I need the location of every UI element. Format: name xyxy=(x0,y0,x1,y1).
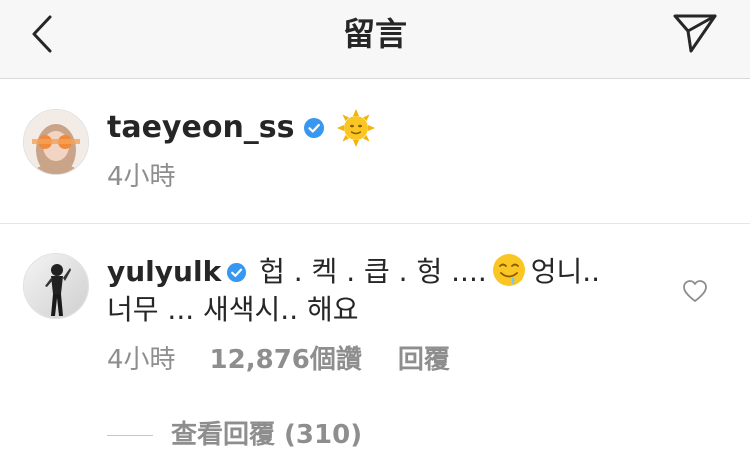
post-caption: taeyeon_ss 4小時 xyxy=(0,79,750,224)
heart-icon xyxy=(683,280,707,302)
reply-button[interactable]: 回覆 xyxy=(398,344,450,376)
sun-with-face-icon xyxy=(336,109,375,147)
comment-message-suffix: 엉니.. xyxy=(530,255,601,288)
divider-line xyxy=(107,434,153,436)
comment-text: yulyulk 헙 . 켁 . 큽 . 헝 .... 엉니.. 너무 ... 새… xyxy=(107,252,667,328)
comment-username[interactable]: yulyulk xyxy=(107,255,221,288)
comment-message-line2: 너무 ... 새색시.. 해요 xyxy=(107,293,359,326)
view-replies-label: 查看回覆 (310) xyxy=(171,420,363,450)
page-title: 留言 xyxy=(342,15,407,53)
comment-timestamp: 4小時 xyxy=(107,345,176,375)
share-button[interactable] xyxy=(670,10,720,56)
like-button[interactable] xyxy=(680,276,710,306)
comment-meta: 4小時 12,876個讚 回覆 xyxy=(107,344,450,376)
verified-badge-icon xyxy=(226,255,247,283)
comment-message: 헙 . 켁 . 큽 . 헝 .... xyxy=(259,255,487,288)
caption-timestamp: 4小時 xyxy=(107,162,176,192)
likes-count[interactable]: 12,876個讚 xyxy=(210,344,362,376)
view-replies-button[interactable]: 查看回覆 (310) xyxy=(107,419,362,451)
caption-header: taeyeon_ss xyxy=(107,109,375,147)
verified-badge-icon xyxy=(303,117,325,139)
avatar[interactable] xyxy=(23,109,89,175)
header-bar: 留言 xyxy=(0,0,750,79)
avatar[interactable] xyxy=(23,253,89,319)
drooling-face-icon xyxy=(491,252,527,288)
username[interactable]: taeyeon_ss xyxy=(107,109,295,147)
paper-plane-icon xyxy=(673,14,717,53)
